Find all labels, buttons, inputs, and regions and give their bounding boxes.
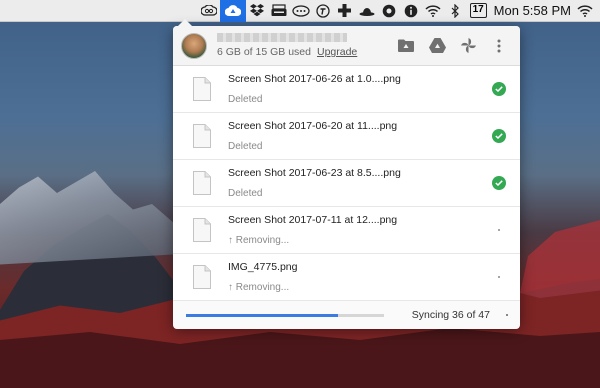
chat-bubble-icon[interactable]	[290, 0, 312, 22]
file-row[interactable]: Screen Shot 2017-07-11 at 12....png ↑ Re…	[173, 207, 520, 254]
typewriter-icon[interactable]	[268, 0, 290, 22]
file-name: Screen Shot 2017-07-11 at 12....png	[228, 214, 398, 226]
sync-done-icon	[492, 129, 506, 143]
menu-bar: 17 Mon 5:58 PM	[0, 0, 600, 22]
info-icon[interactable]	[400, 0, 422, 22]
file-status: ↑ Removing...	[228, 282, 290, 293]
sync-footer: Syncing 36 of 47	[173, 301, 520, 329]
account-email-redacted	[217, 33, 347, 42]
account-info: 6 GB of 15 GB used Upgrade	[217, 33, 397, 58]
wifi-icon-secondary[interactable]	[574, 0, 596, 22]
creative-cloud-icon[interactable]	[198, 0, 220, 22]
sync-done-icon	[492, 82, 506, 96]
file-status: Deleted	[228, 94, 263, 105]
file-icon	[193, 77, 211, 101]
file-row[interactable]: Screen Shot 2017-06-23 at 8.5....png Del…	[173, 160, 520, 207]
calendar-icon[interactable]: 17	[469, 3, 487, 18]
file-name: Screen Shot 2017-06-20 at 11....png	[228, 120, 398, 132]
dropbox-icon[interactable]	[246, 0, 268, 22]
file-icon	[193, 265, 211, 289]
file-name: Screen Shot 2017-06-23 at 8.5....png	[228, 167, 401, 179]
timing-icon[interactable]	[312, 0, 334, 22]
file-status: Deleted	[228, 188, 263, 199]
sync-done-icon	[492, 176, 506, 190]
pending-indicator	[498, 229, 500, 231]
upgrade-link[interactable]: Upgrade	[317, 46, 357, 58]
bluetooth-icon[interactable]	[444, 0, 466, 22]
vpn-icon[interactable]	[378, 0, 400, 22]
panel-caret	[178, 19, 192, 26]
sync-progress-bar	[186, 313, 384, 317]
file-row[interactable]: Screen Shot 2017-06-20 at 11....png Dele…	[173, 113, 520, 160]
backup-sync-panel: 6 GB of 15 GB used Upgrade Screen Shot 2…	[173, 19, 520, 329]
file-status: ↑ Removing...	[228, 235, 290, 246]
file-row[interactable]: IMG_4775.png ↑ Removing...	[173, 254, 520, 301]
file-icon	[193, 171, 211, 195]
wifi-icon[interactable]	[422, 0, 444, 22]
footer-indicator	[506, 314, 508, 316]
sync-progress-fill	[186, 313, 339, 317]
menu-clock[interactable]: Mon 5:58 PM	[491, 3, 574, 18]
file-status: Deleted	[228, 141, 263, 152]
sync-status-text: Syncing 36 of 47	[411, 309, 490, 321]
file-icon	[193, 218, 211, 242]
file-name: IMG_4775.png	[228, 261, 298, 273]
file-name: Screen Shot 2017-06-26 at 1.0....png	[228, 73, 401, 85]
google-drive-icon[interactable]	[428, 37, 446, 55]
wallpaper-snow	[0, 171, 190, 265]
storage-usage: 6 GB of 15 GB used	[217, 46, 311, 58]
pending-indicator	[498, 276, 500, 278]
panel-header: 6 GB of 15 GB used Upgrade	[173, 26, 520, 66]
google-backup-sync-icon[interactable]	[219, 0, 246, 22]
bowler-hat-icon[interactable]	[356, 0, 378, 22]
avatar[interactable]	[181, 32, 207, 59]
file-icon	[193, 124, 211, 148]
file-row[interactable]: Screen Shot 2017-06-26 at 1.0....png Del…	[173, 66, 520, 113]
open-folder-icon[interactable]	[397, 37, 415, 55]
medical-cross-icon[interactable]	[334, 0, 356, 22]
more-vert-icon[interactable]	[490, 37, 508, 55]
google-photos-icon[interactable]	[459, 37, 477, 55]
file-list: Screen Shot 2017-06-26 at 1.0....png Del…	[173, 66, 520, 301]
